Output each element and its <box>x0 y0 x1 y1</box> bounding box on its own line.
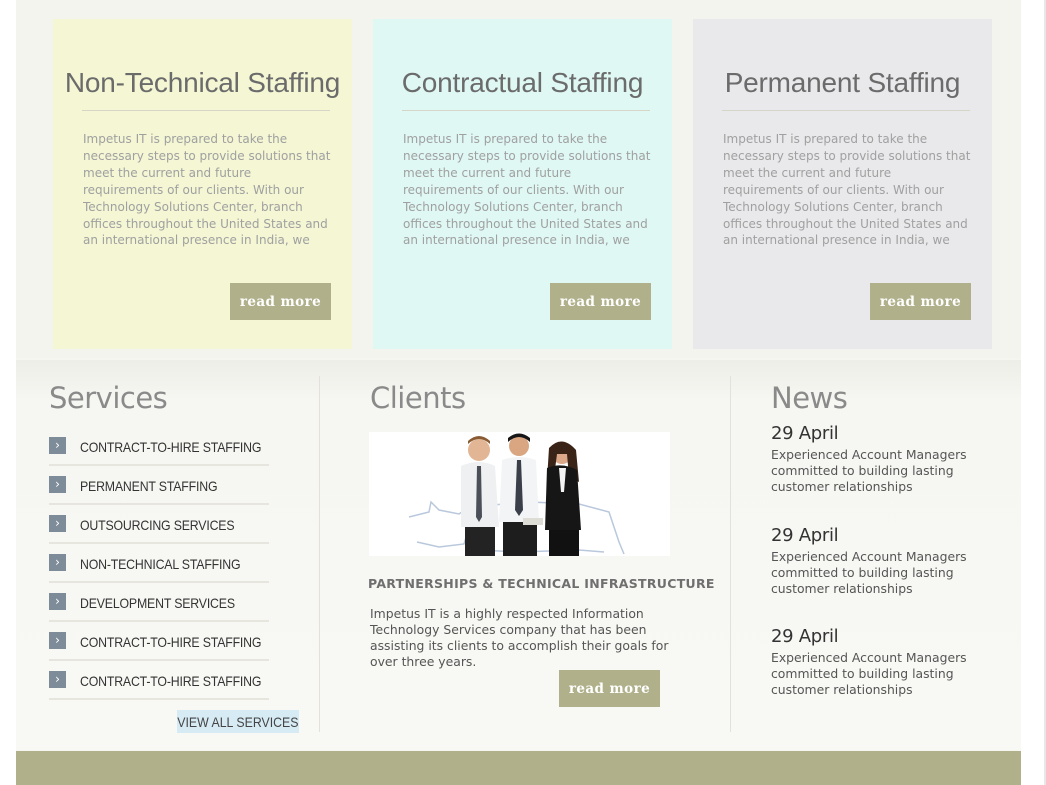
read-more-button[interactable]: read more <box>550 283 651 320</box>
services-title: Services <box>49 381 168 415</box>
card-divider <box>402 110 650 111</box>
read-more-button[interactable]: read more <box>230 283 331 320</box>
news-date: 29 April <box>771 626 839 647</box>
service-label: OUTSOURCING SERVICES <box>80 517 235 533</box>
news-item[interactable]: 29 April Experienced Account Managers co… <box>771 626 1001 698</box>
card-title: Contractual Staffing <box>401 67 644 98</box>
page-container: Non-Technical Staffing Impetus IT is pre… <box>16 0 1021 785</box>
service-item[interactable]: › CONTRACT-TO-HIRE STAFFING <box>49 427 269 466</box>
service-item[interactable]: › CONTRACT-TO-HIRE STAFFING <box>49 661 269 700</box>
service-item[interactable]: › PERMANENT STAFFING <box>49 466 269 505</box>
news-item[interactable]: 29 April Experienced Account Managers co… <box>771 423 1001 495</box>
service-item[interactable]: › DEVELOPMENT SERVICES <box>49 583 269 622</box>
card-non-technical-staffing: Non-Technical Staffing Impetus IT is pre… <box>53 19 352 349</box>
footer-bar <box>16 751 1021 785</box>
card-contractual-staffing: Contractual Staffing Impetus IT is prepa… <box>373 19 672 349</box>
staffing-cards-band: Non-Technical Staffing Impetus IT is pre… <box>16 0 1021 358</box>
card-body: Impetus IT is prepared to take the neces… <box>83 132 331 248</box>
card-body: Impetus IT is prepared to take the neces… <box>723 132 971 248</box>
service-label: CONTRACT-TO-HIRE STAFFING <box>80 439 262 455</box>
view-all-label: VIEW ALL SERVICES <box>177 713 299 730</box>
news-date: 29 April <box>771 423 839 444</box>
card-body: Impetus IT is prepared to take the neces… <box>403 132 651 248</box>
business-people-photo <box>369 432 670 556</box>
card-divider <box>82 110 330 111</box>
column-divider <box>730 376 731 732</box>
service-item[interactable]: › NON-TECHNICAL STAFFING <box>49 544 269 583</box>
column-divider <box>319 376 320 732</box>
service-label: CONTRACT-TO-HIRE STAFFING <box>80 634 262 650</box>
clients-text: Impetus IT is a highly respected Informa… <box>370 606 669 669</box>
chevron-right-icon: › <box>49 554 66 571</box>
clients-title: Clients <box>370 381 466 415</box>
news-text: Experienced Account Managers committed t… <box>771 447 967 494</box>
chevron-right-icon: › <box>49 671 66 688</box>
card-permanent-staffing: Permanent Staffing Impetus IT is prepare… <box>693 19 992 349</box>
services-list: › CONTRACT-TO-HIRE STAFFING › PERMANENT … <box>49 427 269 700</box>
card-title: Permanent Staffing <box>724 67 961 98</box>
card-title: Non-Technical Staffing <box>64 67 341 98</box>
news-date: 29 April <box>771 525 839 546</box>
service-label: NON-TECHNICAL STAFFING <box>80 556 241 572</box>
service-item[interactable]: › CONTRACT-TO-HIRE STAFFING <box>49 622 269 661</box>
service-item[interactable]: › OUTSOURCING SERVICES <box>49 505 269 544</box>
view-all-services-button[interactable]: VIEW ALL SERVICES <box>177 710 299 733</box>
card-divider <box>722 110 970 111</box>
business-people-illustration <box>369 432 670 556</box>
service-label: CONTRACT-TO-HIRE STAFFING <box>80 673 262 689</box>
service-label: DEVELOPMENT SERVICES <box>80 595 235 611</box>
news-item[interactable]: 29 April Experienced Account Managers co… <box>771 525 1001 597</box>
service-label: PERMANENT STAFFING <box>80 478 218 494</box>
chevron-right-icon: › <box>49 437 66 454</box>
news-title: News <box>771 381 848 415</box>
read-more-button[interactable]: read more <box>870 283 971 320</box>
clients-read-more-button[interactable]: read more <box>559 670 660 707</box>
chevron-right-icon: › <box>49 515 66 532</box>
news-text: Experienced Account Managers committed t… <box>771 549 967 596</box>
clients-heading: PARTNERSHIPS & TECHNICAL INFRASTRUCTURE <box>368 576 715 591</box>
chevron-right-icon: › <box>49 632 66 649</box>
news-text: Experienced Account Managers committed t… <box>771 650 967 697</box>
chevron-right-icon: › <box>49 476 66 493</box>
chevron-right-icon: › <box>49 593 66 610</box>
